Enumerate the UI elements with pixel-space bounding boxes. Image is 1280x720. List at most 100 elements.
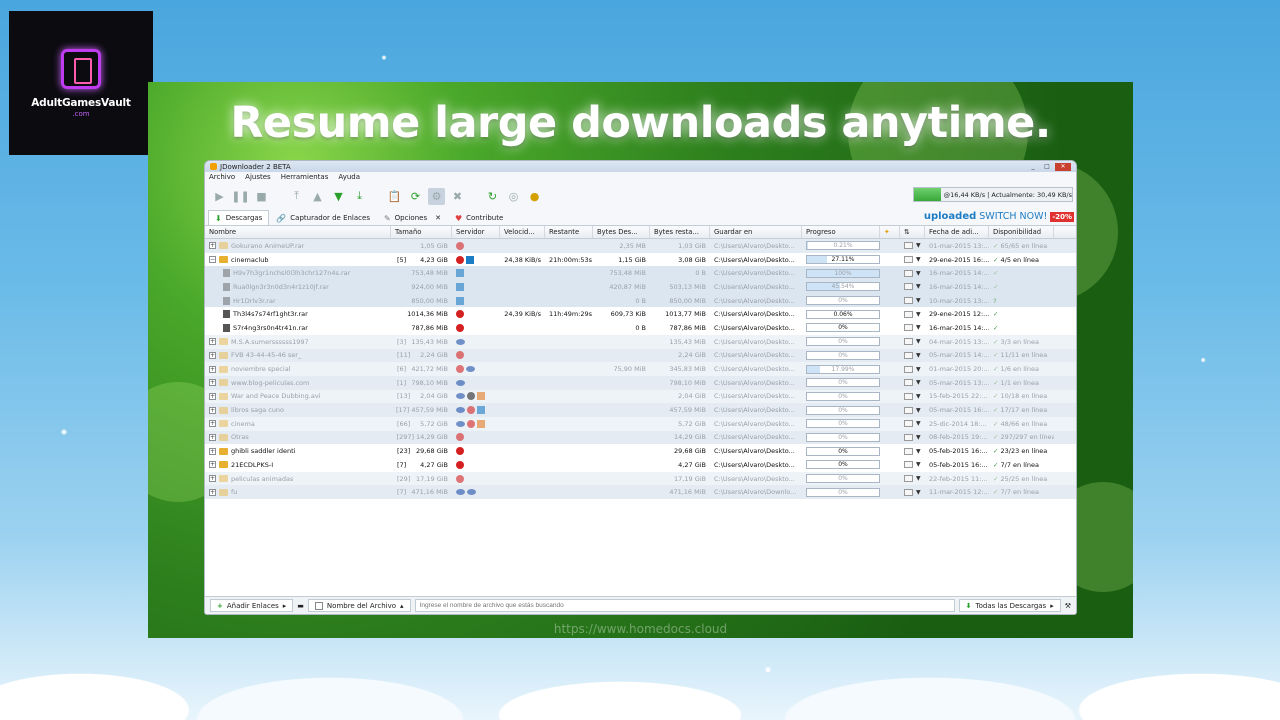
col-guardar-en[interactable]: Guardar en — [710, 226, 802, 238]
col-restante[interactable]: Restante — [545, 226, 593, 238]
search-input[interactable] — [414, 599, 955, 612]
file-row[interactable]: H9v7h3gr1nchsl0l3h3chr127n4s.rar 753,48 … — [205, 266, 1076, 281]
col-progreso[interactable]: Progreso — [802, 226, 880, 238]
priority-box[interactable] — [904, 242, 913, 250]
expand-toggle[interactable]: + — [209, 447, 216, 455]
close-tab-icon[interactable]: ✕ — [435, 214, 441, 222]
col-bytes-des[interactable]: Bytes Des... — [593, 226, 650, 238]
add-links-button[interactable]: + Añadir Enlaces ▸ — [210, 599, 294, 612]
menu-archivo[interactable]: Archivo — [209, 173, 235, 182]
dropdown-arrow-icon[interactable]: ▼ — [916, 324, 921, 331]
minimize-button[interactable]: _ — [1027, 163, 1039, 171]
tab-capturador[interactable]: 🔗 Capturador de Enlaces — [269, 210, 377, 225]
col-flags[interactable]: ⇅ — [900, 226, 925, 238]
priority-box[interactable] — [904, 447, 913, 455]
package-row[interactable]: + War and Peace Dubbing.avi [13] 2,04 GiB… — [205, 389, 1076, 404]
col-tamano[interactable]: Tamaño — [391, 226, 452, 238]
silent-mode-icon[interactable]: ✖ — [449, 188, 466, 205]
col-priority[interactable]: ✦ — [880, 226, 900, 238]
file-row[interactable]: Hr1Drlv3r.rar 850,00 MiB 0 B 850,00 MiB … — [205, 293, 1076, 308]
clear-icon[interactable]: ▬ — [297, 602, 304, 610]
file-row[interactable]: S7r4ng3rs0n4tr41n.rar 787,86 MiB 0 B 787… — [205, 321, 1076, 335]
package-row[interactable]: + ghibli saddler identi [23] 29,68 GiB 29… — [205, 444, 1076, 458]
expand-toggle[interactable]: + — [209, 351, 216, 359]
dropdown-arrow-icon[interactable]: ▼ — [916, 352, 921, 359]
priority-box[interactable] — [904, 365, 913, 373]
priority-box[interactable] — [904, 324, 913, 332]
priority-box[interactable] — [904, 475, 913, 483]
reconnect-icon[interactable]: ⟳ — [407, 188, 424, 205]
col-velocidad[interactable]: Velocid... — [500, 226, 545, 238]
dropdown-arrow-icon[interactable]: ▼ — [916, 461, 921, 468]
package-row[interactable]: + FVB 43-44-45-46 ser_ [11] 2,24 GiB 2,24… — [205, 348, 1076, 363]
expand-toggle[interactable]: + — [209, 379, 216, 387]
menu-herramientas[interactable]: Herramientas — [281, 173, 329, 182]
filename-filter-dropdown[interactable]: Nombre del Archivo ▴ — [307, 599, 411, 612]
expand-toggle[interactable]: + — [209, 475, 216, 483]
dropdown-arrow-icon[interactable]: ▼ — [916, 256, 921, 263]
file-row[interactable]: Rua0lgn3r3n0d3n4r1z10jf.rar 924,00 MiB 4… — [205, 280, 1076, 294]
dropdown-arrow-icon[interactable]: ▼ — [916, 338, 921, 345]
priority-box[interactable] — [904, 433, 913, 441]
package-row[interactable]: + Gokurano AnimeUP.rar 1,05 GiB 2,35 MB … — [205, 239, 1076, 253]
package-row[interactable]: + peliculas animadas [29] 17,19 GiB 17,19… — [205, 471, 1076, 486]
menu-ajustes[interactable]: Ajustes — [245, 173, 271, 182]
package-row[interactable]: + fu [7] 471,16 MiB 471,16 MiB C:\Users\A… — [205, 485, 1076, 500]
package-row[interactable]: + cinema [66] 5,72 GiB 5,72 GiB C:\Users\… — [205, 416, 1076, 431]
priority-box[interactable] — [904, 392, 913, 400]
priority-box[interactable] — [904, 310, 913, 318]
expand-toggle[interactable]: + — [209, 420, 216, 428]
dropdown-arrow-icon[interactable]: ▼ — [916, 379, 921, 386]
menu-ayuda[interactable]: Ayuda — [338, 173, 360, 182]
all-downloads-dropdown[interactable]: ⬇ Todas las Descargas ▸ — [958, 599, 1061, 612]
priority-box[interactable] — [904, 338, 913, 346]
dropdown-arrow-icon[interactable]: ▼ — [916, 407, 921, 414]
priority-box[interactable] — [904, 461, 913, 469]
priority-box[interactable] — [904, 420, 913, 428]
update-icon[interactable]: ↻ — [484, 188, 501, 205]
package-row[interactable]: + noviembre special [6] 421,72 MiB 75,90 … — [205, 362, 1076, 376]
col-disponibilidad[interactable]: Disponibilidad — [989, 226, 1054, 238]
priority-box[interactable] — [904, 406, 913, 414]
move-up-icon[interactable]: ▲ — [309, 188, 326, 205]
col-servidor[interactable]: Servidor — [452, 226, 500, 238]
dropdown-arrow-icon[interactable]: ▼ — [916, 489, 921, 496]
move-bottom-icon[interactable]: ⤓ — [351, 188, 368, 205]
priority-box[interactable] — [904, 297, 913, 305]
tab-opciones[interactable]: ✎ Opciones ✕ — [377, 210, 448, 225]
premium-icon[interactable]: ⚙ — [428, 187, 445, 205]
tab-descargas[interactable]: ⬇ Descargas — [208, 210, 270, 225]
priority-box[interactable] — [904, 488, 913, 496]
tab-contribute[interactable]: ♥ Contribute — [448, 210, 510, 225]
uploaded-promo-banner[interactable]: uploaded SWITCH NOW! -20% — [924, 211, 1074, 222]
expand-toggle[interactable]: + — [209, 365, 216, 373]
file-row[interactable]: Th3l4s7s74rf1ght3r.rar 1014,36 MiB 24,39… — [205, 307, 1076, 322]
expand-toggle[interactable]: + — [209, 242, 216, 250]
pause-icon[interactable]: ❚❚ — [231, 188, 249, 205]
expand-toggle[interactable]: + — [209, 338, 216, 346]
col-bytes-resta[interactable]: Bytes resta... — [650, 226, 710, 238]
package-row[interactable]: + M.S.A.sumerssssss1997 [3] 135,43 MiB 13… — [205, 334, 1076, 349]
dropdown-arrow-icon[interactable]: ▼ — [916, 297, 921, 304]
priority-box[interactable] — [904, 256, 913, 264]
dropdown-arrow-icon[interactable]: ▼ — [916, 420, 921, 427]
move-down-icon[interactable]: ▼ — [330, 188, 347, 205]
clipboard-icon[interactable]: 📋 — [386, 188, 403, 205]
priority-box[interactable] — [904, 379, 913, 387]
move-top-icon[interactable]: ⤒ — [288, 188, 305, 205]
package-row[interactable]: + Otras [297] 14,29 GiB 14,29 GiB C:\User… — [205, 430, 1076, 445]
priority-box[interactable] — [904, 269, 913, 277]
dropdown-arrow-icon[interactable]: ▼ — [916, 475, 921, 482]
expand-toggle[interactable]: + — [209, 488, 216, 496]
wrench-icon[interactable]: ⚒ — [1065, 602, 1071, 610]
dropdown-arrow-icon[interactable]: ▼ — [916, 270, 921, 277]
expand-toggle[interactable]: − — [209, 256, 216, 264]
dropdown-arrow-icon[interactable]: ▼ — [916, 448, 921, 455]
dropdown-arrow-icon[interactable]: ▼ — [916, 434, 921, 441]
package-row[interactable]: + www.blog-peliculas.com [1] 798,10 MiB 7… — [205, 375, 1076, 390]
package-row[interactable]: + libros saga cuno [17] 457,59 MiB 457,59… — [205, 403, 1076, 417]
priority-box[interactable] — [904, 283, 913, 291]
expand-toggle[interactable]: + — [209, 392, 216, 400]
package-row[interactable]: + 21ECDLPKS-I [7] 4,27 GiB 4,27 GiB C:\Us… — [205, 458, 1076, 472]
stop-icon[interactable]: ■ — [253, 188, 270, 205]
